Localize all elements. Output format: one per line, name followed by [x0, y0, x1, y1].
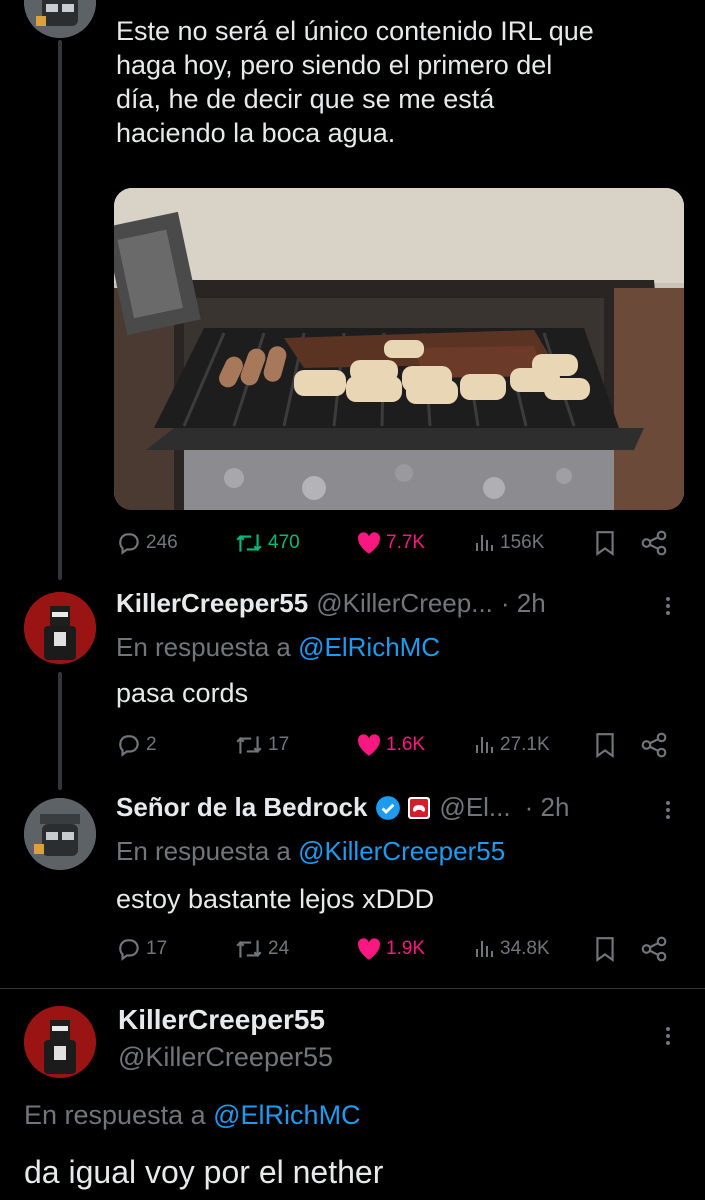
- timestamp[interactable]: · 2h: [501, 588, 546, 619]
- tweet-text-line: día, he de decir que se me está: [116, 84, 495, 114]
- retweet-count: 470: [268, 532, 300, 553]
- share-icon: [640, 936, 668, 962]
- like-button[interactable]: 7.7K: [356, 526, 425, 560]
- avatar-killercreeper[interactable]: [24, 592, 96, 664]
- reply-button[interactable]: 246: [116, 526, 178, 560]
- like-icon: [356, 733, 382, 757]
- like-count: 7.7K: [386, 532, 426, 553]
- retweet-icon: [234, 936, 264, 962]
- retweet-count: 17: [268, 734, 290, 755]
- views-count: 156K: [500, 532, 545, 553]
- views-button[interactable]: 34.8K: [472, 932, 550, 966]
- verified-icon: [375, 795, 401, 821]
- avatar-author[interactable]: [24, 0, 96, 38]
- bookmark-button[interactable]: [594, 932, 616, 966]
- more-icon[interactable]: [666, 1024, 672, 1048]
- avatar-killercreeper[interactable]: [24, 1006, 96, 1078]
- reply-count: 2: [146, 734, 157, 755]
- tweet-header: Señor de la Bedrock @El... · 2h: [116, 792, 676, 823]
- mention-link[interactable]: @ElRichMC: [298, 632, 440, 662]
- views-count: 34.8K: [500, 938, 550, 959]
- views-button[interactable]: 27.1K: [472, 728, 550, 762]
- reply-count: 17: [146, 938, 168, 959]
- thread-line: [58, 672, 62, 790]
- retweet-button[interactable]: 470: [234, 526, 300, 560]
- reply-icon: [116, 936, 142, 962]
- share-button[interactable]: [640, 526, 668, 560]
- like-icon: [356, 937, 382, 961]
- more-icon[interactable]: [666, 594, 672, 618]
- user-handle[interactable]: @KillerCreep...: [316, 588, 493, 619]
- reply-context: En respuesta a @ElRichMC: [24, 1100, 361, 1131]
- like-button[interactable]: 1.9K: [356, 932, 425, 966]
- timestamp[interactable]: · 2h: [525, 792, 570, 823]
- retweet-button[interactable]: 24: [234, 932, 289, 966]
- reply-prefix: En respuesta a: [24, 1100, 206, 1130]
- more-icon[interactable]: [666, 798, 672, 822]
- views-button[interactable]: 156K: [472, 526, 544, 560]
- tweet-photo[interactable]: [114, 188, 684, 510]
- avatar-author[interactable]: [24, 798, 96, 870]
- reply-button[interactable]: 2: [116, 728, 157, 762]
- retweet-icon: [234, 530, 264, 556]
- tweet-text: da igual voy por el nether: [24, 1154, 384, 1190]
- divider: [0, 988, 705, 989]
- reply-context: En respuesta a @KillerCreeper55: [116, 836, 505, 867]
- tweet-text-line: haciendo la boca agua.: [116, 118, 396, 148]
- bookmark-button[interactable]: [594, 728, 616, 762]
- user-handle[interactable]: @El...: [439, 792, 510, 823]
- tweet-text: pasa cords: [116, 678, 249, 708]
- bookmark-icon: [594, 732, 616, 758]
- like-button[interactable]: 1.6K: [356, 728, 425, 762]
- views-icon: [472, 937, 496, 961]
- reply-count: 246: [146, 532, 178, 553]
- reply-button[interactable]: 17: [116, 932, 167, 966]
- display-name[interactable]: Señor de la Bedrock: [116, 792, 367, 823]
- like-icon: [356, 531, 382, 555]
- reply-prefix: En respuesta a: [116, 632, 291, 662]
- reply-icon: [116, 530, 142, 556]
- tweet-text: estoy bastante lejos xDDD: [116, 884, 435, 914]
- thread-line: [58, 40, 62, 580]
- retweet-icon: [234, 732, 264, 758]
- like-count: 1.6K: [386, 734, 426, 755]
- share-button[interactable]: [640, 932, 668, 966]
- views-icon: [472, 531, 496, 555]
- tweet-header: KillerCreeper55 @KillerCreep... · 2h: [116, 588, 676, 619]
- tweet-actions: 2 17 1.6K 27.1K: [116, 728, 672, 762]
- reply-prefix: En respuesta a: [116, 836, 291, 866]
- display-name[interactable]: KillerCreeper55: [116, 588, 308, 619]
- bookmark-icon: [594, 530, 616, 556]
- display-name[interactable]: KillerCreeper55: [118, 1004, 325, 1036]
- tweet-actions: 246 470 7.7K 156K: [116, 526, 672, 560]
- reply-icon: [116, 732, 142, 758]
- retweet-button[interactable]: 17: [234, 728, 289, 762]
- views-count: 27.1K: [500, 734, 550, 755]
- reply-context: En respuesta a @ElRichMC: [116, 632, 440, 663]
- views-icon: [472, 733, 496, 757]
- retweet-count: 24: [268, 938, 290, 959]
- tweet-text-line: haga hoy, pero siendo el primero del: [116, 50, 553, 80]
- share-icon: [640, 732, 668, 758]
- user-handle[interactable]: @KillerCreeper55: [118, 1042, 333, 1073]
- gamepad-badge-icon: [407, 796, 431, 820]
- share-icon: [640, 530, 668, 556]
- bookmark-button[interactable]: [594, 526, 616, 560]
- mention-link[interactable]: @ElRichMC: [213, 1100, 360, 1130]
- like-count: 1.9K: [386, 938, 426, 959]
- bookmark-icon: [594, 936, 616, 962]
- tweet-text: Este no será el único contenido IRL que …: [116, 14, 696, 150]
- tweet-text-line: Este no será el único contenido IRL que: [116, 16, 594, 46]
- mention-link[interactable]: @KillerCreeper55: [298, 836, 505, 866]
- share-button[interactable]: [640, 728, 668, 762]
- tweet-actions: 17 24 1.9K 34.8K: [116, 932, 672, 966]
